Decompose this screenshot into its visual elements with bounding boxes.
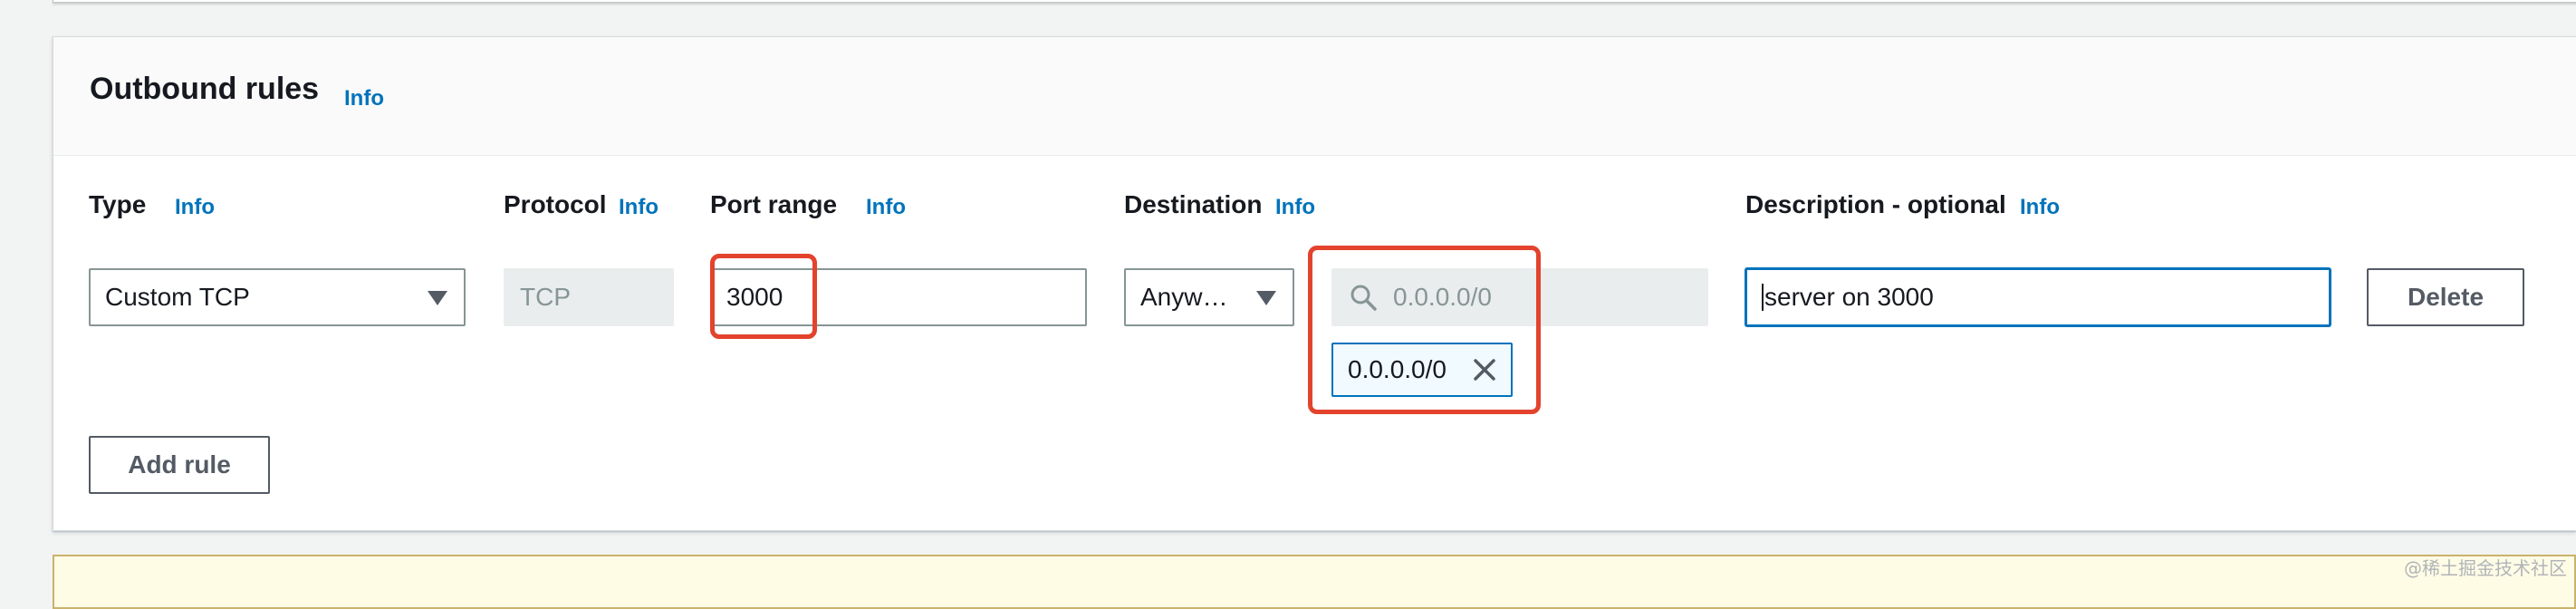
destination-select-value: Anyw… [1140,283,1228,311]
description-input[interactable]: server on 3000 [1745,268,2331,326]
protocol-value: TCP [520,283,571,311]
section-title: Outbound rules [90,72,320,106]
description-info-link[interactable]: Info [2020,195,2060,220]
section-info-link[interactable]: Info [344,86,384,111]
destination-label: Destination [1124,190,1263,218]
next-panel [53,555,2576,609]
caret-down-icon [428,291,447,305]
add-rule-button[interactable]: Add rule [89,436,270,494]
protocol-label: Protocol [504,190,607,218]
caret-down-icon [1256,291,1276,305]
port-range-label: Port range [710,190,838,218]
panel-header: Outbound rules Info [53,37,2576,156]
watermark: @稀土掘金技术社区 [2404,557,2567,579]
description-label: Description - optional [1745,190,2006,218]
previous-panel [53,0,2576,3]
description-value: server on 3000 [1764,283,1934,311]
protocol-info-link[interactable]: Info [619,195,658,220]
destination-select[interactable]: Anyw… [1124,268,1294,326]
destination-highlight-annotation [1308,246,1541,414]
port-range-info-link[interactable]: Info [866,195,906,220]
text-cursor [1762,284,1764,311]
type-label: Type [89,190,147,218]
type-select-value: Custom TCP [105,283,250,311]
type-select[interactable]: Custom TCP [89,268,466,326]
port-highlight-annotation [710,254,817,339]
delete-button[interactable]: Delete [2367,268,2524,326]
destination-info-link[interactable]: Info [1275,195,1315,220]
protocol-field: TCP [504,268,674,326]
type-info-link[interactable]: Info [175,195,215,220]
